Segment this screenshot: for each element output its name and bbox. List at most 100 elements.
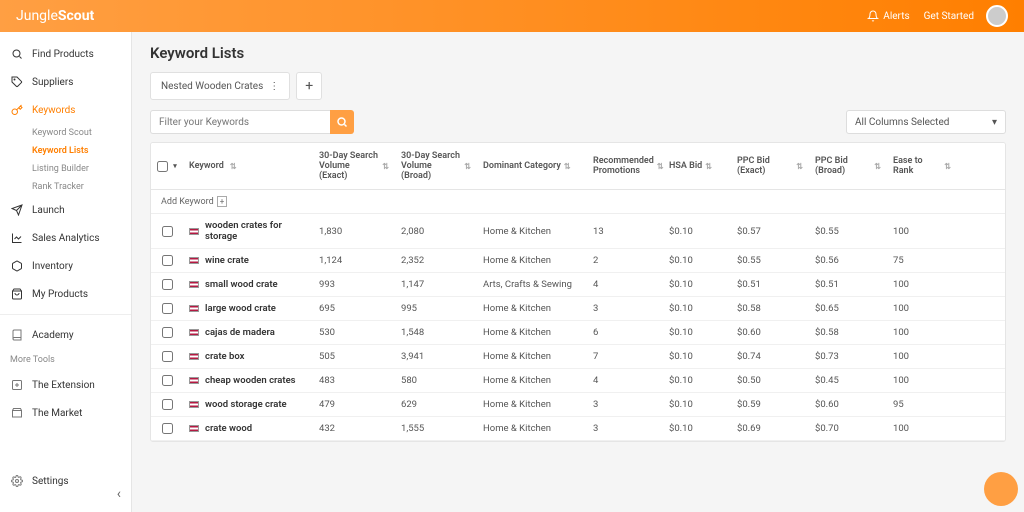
table-row: cajas de madera5301,548Home & Kitchen6$0…	[151, 321, 1005, 345]
sidebar-label: Academy	[32, 330, 74, 341]
cell-category: Home & Kitchen	[477, 423, 587, 434]
col-hsa-bid[interactable]: HSA Bid⇅	[663, 143, 731, 189]
sidebar-label: My Products	[32, 289, 88, 300]
sidebar-item-launch[interactable]: Launch	[0, 196, 131, 224]
sidebar-item-extension[interactable]: The Extension	[0, 371, 131, 399]
cell-vol-broad: 3,941	[395, 351, 477, 362]
cell-keyword[interactable]: large wood crate	[183, 303, 313, 314]
cell-keyword[interactable]: wine crate	[183, 255, 313, 266]
sidebar-item-sales-analytics[interactable]: Sales Analytics	[0, 224, 131, 252]
sidebar-sub-listing-builder[interactable]: Listing Builder	[0, 160, 131, 178]
cell-ppc-exact: $0.58	[731, 303, 809, 314]
get-started-link[interactable]: Get Started	[924, 11, 974, 22]
search-button[interactable]	[330, 110, 354, 134]
search-icon	[10, 47, 24, 61]
cell-hsa: $0.10	[663, 327, 731, 338]
select-all-header[interactable]: ▾	[151, 143, 183, 189]
flag-icon	[189, 305, 199, 312]
column-selector[interactable]: All Columns Selected ▾	[846, 110, 1006, 134]
row-checkbox[interactable]	[151, 226, 183, 237]
cell-ppc-exact: $0.74	[731, 351, 809, 362]
help-fab[interactable]	[984, 472, 1018, 506]
add-list-tab[interactable]: +	[296, 72, 322, 100]
alerts-link[interactable]: Alerts	[867, 10, 909, 22]
cell-keyword[interactable]: crate wood	[183, 423, 313, 434]
table-row: wine crate1,1242,352Home & Kitchen2$0.10…	[151, 249, 1005, 273]
keyword-table: ▾ Keyword⇅ 30-Day Search Volume (Exact)⇅…	[150, 142, 1006, 442]
cell-keyword[interactable]: crate box	[183, 351, 313, 362]
flag-icon	[189, 377, 199, 384]
sidebar-item-academy[interactable]: Academy	[0, 321, 131, 349]
cell-keyword[interactable]: cheap wooden crates	[183, 375, 313, 386]
collapse-sidebar-icon[interactable]: ‹	[117, 486, 121, 502]
cell-keyword[interactable]: small wood crate	[183, 279, 313, 290]
sidebar-item-keywords[interactable]: Keywords	[0, 96, 131, 124]
cell-keyword[interactable]: cajas de madera	[183, 327, 313, 338]
cell-ppc-broad: $0.60	[809, 399, 887, 410]
row-checkbox[interactable]	[151, 327, 183, 338]
column-selector-label: All Columns Selected	[855, 117, 949, 128]
row-checkbox[interactable]	[151, 303, 183, 314]
cell-ppc-broad: $0.58	[809, 327, 887, 338]
cell-category: Home & Kitchen	[477, 255, 587, 266]
sidebar-sub-rank-tracker[interactable]: Rank Tracker	[0, 178, 131, 196]
search-input[interactable]	[150, 110, 330, 134]
flag-icon	[189, 281, 199, 288]
sidebar-label: Inventory	[32, 261, 73, 272]
flag-icon	[189, 228, 199, 235]
sidebar-sub-keyword-scout[interactable]: Keyword Scout	[0, 124, 131, 142]
cell-ppc-exact: $0.69	[731, 423, 809, 434]
cell-vol-broad: 1,555	[395, 423, 477, 434]
box-icon	[10, 259, 24, 273]
col-ppc-broad[interactable]: PPC Bid (Broad)⇅	[809, 143, 887, 189]
cell-keyword[interactable]: wooden crates for storage	[183, 220, 313, 242]
row-checkbox[interactable]	[151, 279, 183, 290]
row-checkbox[interactable]	[151, 255, 183, 266]
sidebar-label: The Market	[32, 408, 82, 419]
cell-vol-exact: 1,124	[313, 255, 395, 266]
book-icon	[10, 328, 24, 342]
cell-vol-exact: 993	[313, 279, 395, 290]
col-vol-broad[interactable]: 30-Day Search Volume (Broad)⇅	[395, 143, 477, 189]
row-checkbox[interactable]	[151, 399, 183, 410]
cell-vol-broad: 2,352	[395, 255, 477, 266]
cell-vol-broad: 580	[395, 375, 477, 386]
sidebar-item-my-products[interactable]: My Products	[0, 280, 131, 308]
row-checkbox[interactable]	[151, 375, 183, 386]
col-category[interactable]: Dominant Category⇅	[477, 143, 587, 189]
cell-ease: 100	[887, 327, 957, 338]
cell-hsa: $0.10	[663, 399, 731, 410]
cell-ease: 100	[887, 423, 957, 434]
row-checkbox[interactable]	[151, 423, 183, 434]
sidebar-item-settings[interactable]: Settings	[0, 467, 131, 495]
cell-ease: 75	[887, 255, 957, 266]
tab-active-list[interactable]: Nested Wooden Crates ⋮	[150, 72, 290, 100]
col-keyword[interactable]: Keyword⇅	[183, 143, 313, 189]
avatar[interactable]	[986, 5, 1008, 27]
col-rec-promo[interactable]: Recommended Promotions⇅	[587, 143, 663, 189]
cell-category: Home & Kitchen	[477, 399, 587, 410]
sidebar-label: Suppliers	[32, 77, 73, 88]
cell-vol-exact: 483	[313, 375, 395, 386]
cell-category: Home & Kitchen	[477, 327, 587, 338]
cell-rec-promo: 3	[587, 399, 663, 410]
col-vol-exact[interactable]: 30-Day Search Volume (Exact)⇅	[313, 143, 395, 189]
cell-hsa: $0.10	[663, 279, 731, 290]
add-keyword-row[interactable]: Add Keyword+	[151, 190, 1005, 214]
table-row: wooden crates for storage1,8302,080Home …	[151, 214, 1005, 249]
table-row: cheap wooden crates483580Home & Kitchen4…	[151, 369, 1005, 393]
col-ppc-exact[interactable]: PPC Bid (Exact)⇅	[731, 143, 809, 189]
sidebar-item-find-products[interactable]: Find Products	[0, 40, 131, 68]
tab-menu-icon[interactable]: ⋮	[269, 81, 279, 92]
col-ease[interactable]: Ease to Rank⇅	[887, 143, 957, 189]
sidebar-item-suppliers[interactable]: Suppliers	[0, 68, 131, 96]
sidebar-label: Settings	[32, 476, 69, 487]
sidebar-sub-keyword-lists[interactable]: Keyword Lists	[0, 142, 131, 160]
sidebar-item-inventory[interactable]: Inventory	[0, 252, 131, 280]
cell-keyword[interactable]: wood storage crate	[183, 399, 313, 410]
sidebar-item-market[interactable]: The Market	[0, 399, 131, 427]
row-checkbox[interactable]	[151, 351, 183, 362]
cell-hsa: $0.10	[663, 375, 731, 386]
cell-hsa: $0.10	[663, 351, 731, 362]
flag-icon	[189, 425, 199, 432]
